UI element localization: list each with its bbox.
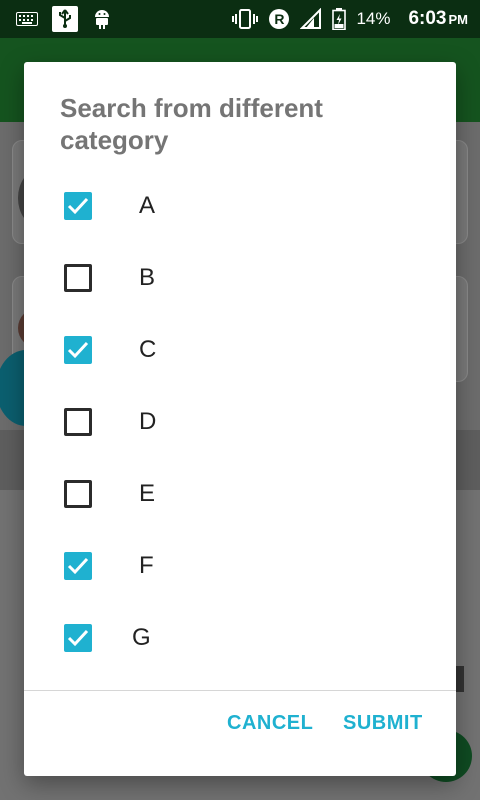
signal-icon	[300, 8, 322, 30]
option-g[interactable]: G	[24, 602, 456, 674]
checkbox-c[interactable]	[64, 336, 92, 364]
keyboard-icon	[16, 12, 38, 26]
checkbox-d[interactable]	[64, 408, 92, 436]
checkbox-e[interactable]	[64, 480, 92, 508]
checkbox-a[interactable]	[64, 192, 92, 220]
clock-ampm: PM	[448, 12, 469, 27]
option-label-e: E	[139, 480, 156, 507]
option-b[interactable]: B	[24, 242, 456, 314]
dialog-title: Search from different category	[60, 93, 323, 155]
submit-button[interactable]: SUBMIT	[343, 712, 423, 735]
battery-icon	[332, 8, 347, 30]
background-bar	[456, 666, 464, 692]
cancel-button[interactable]: CANCEL	[227, 712, 313, 735]
option-c[interactable]: C	[24, 314, 456, 386]
option-f[interactable]: F	[24, 530, 456, 602]
option-label-g: G	[132, 624, 151, 651]
usb-icon	[52, 6, 78, 32]
dialog-divider	[24, 690, 456, 691]
clock-time: 6:03	[408, 8, 447, 29]
option-e[interactable]: E	[24, 458, 456, 530]
category-dialog: Search from different category A B C D E…	[24, 62, 456, 776]
android-icon	[92, 8, 112, 30]
roaming-icon: R	[268, 8, 290, 30]
checkbox-g[interactable]	[64, 624, 92, 652]
vibrate-icon	[232, 8, 259, 30]
option-label-a: A	[139, 192, 156, 219]
battery-percent: 14%	[356, 9, 391, 28]
option-a[interactable]: A	[24, 170, 456, 242]
checkbox-f[interactable]	[64, 552, 92, 580]
option-label-b: B	[139, 264, 156, 291]
option-label-d: D	[139, 408, 157, 435]
option-label-c: C	[139, 336, 157, 363]
checkbox-b[interactable]	[64, 264, 92, 292]
status-bar: R 14% 6:03 PM	[0, 0, 480, 38]
option-d[interactable]: D	[24, 386, 456, 458]
roaming-label: R	[274, 11, 285, 27]
option-label-f: F	[139, 552, 154, 579]
